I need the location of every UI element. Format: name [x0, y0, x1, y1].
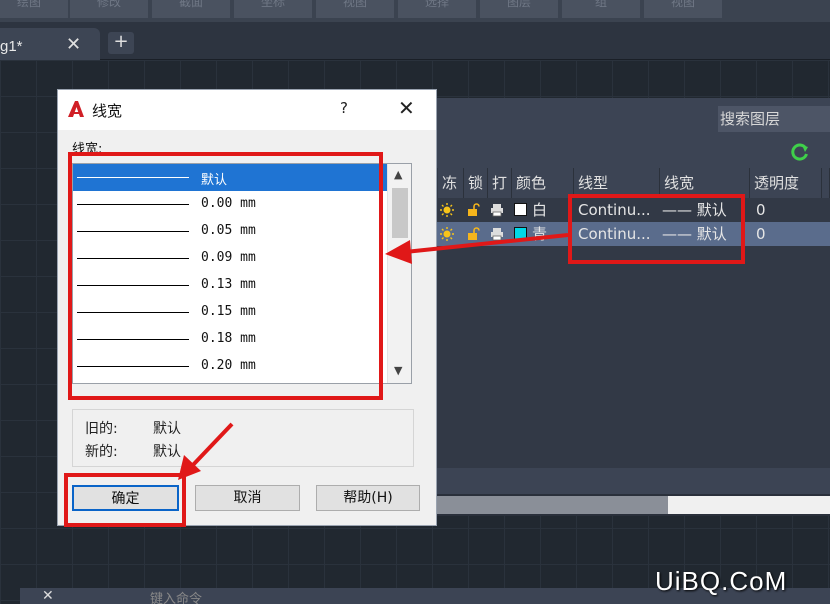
annotation-arrows	[178, 233, 569, 480]
watermark-text: UiBQ.CoM	[655, 566, 788, 596]
arrow-to-list	[385, 233, 569, 264]
arrow-to-ok	[178, 422, 234, 480]
